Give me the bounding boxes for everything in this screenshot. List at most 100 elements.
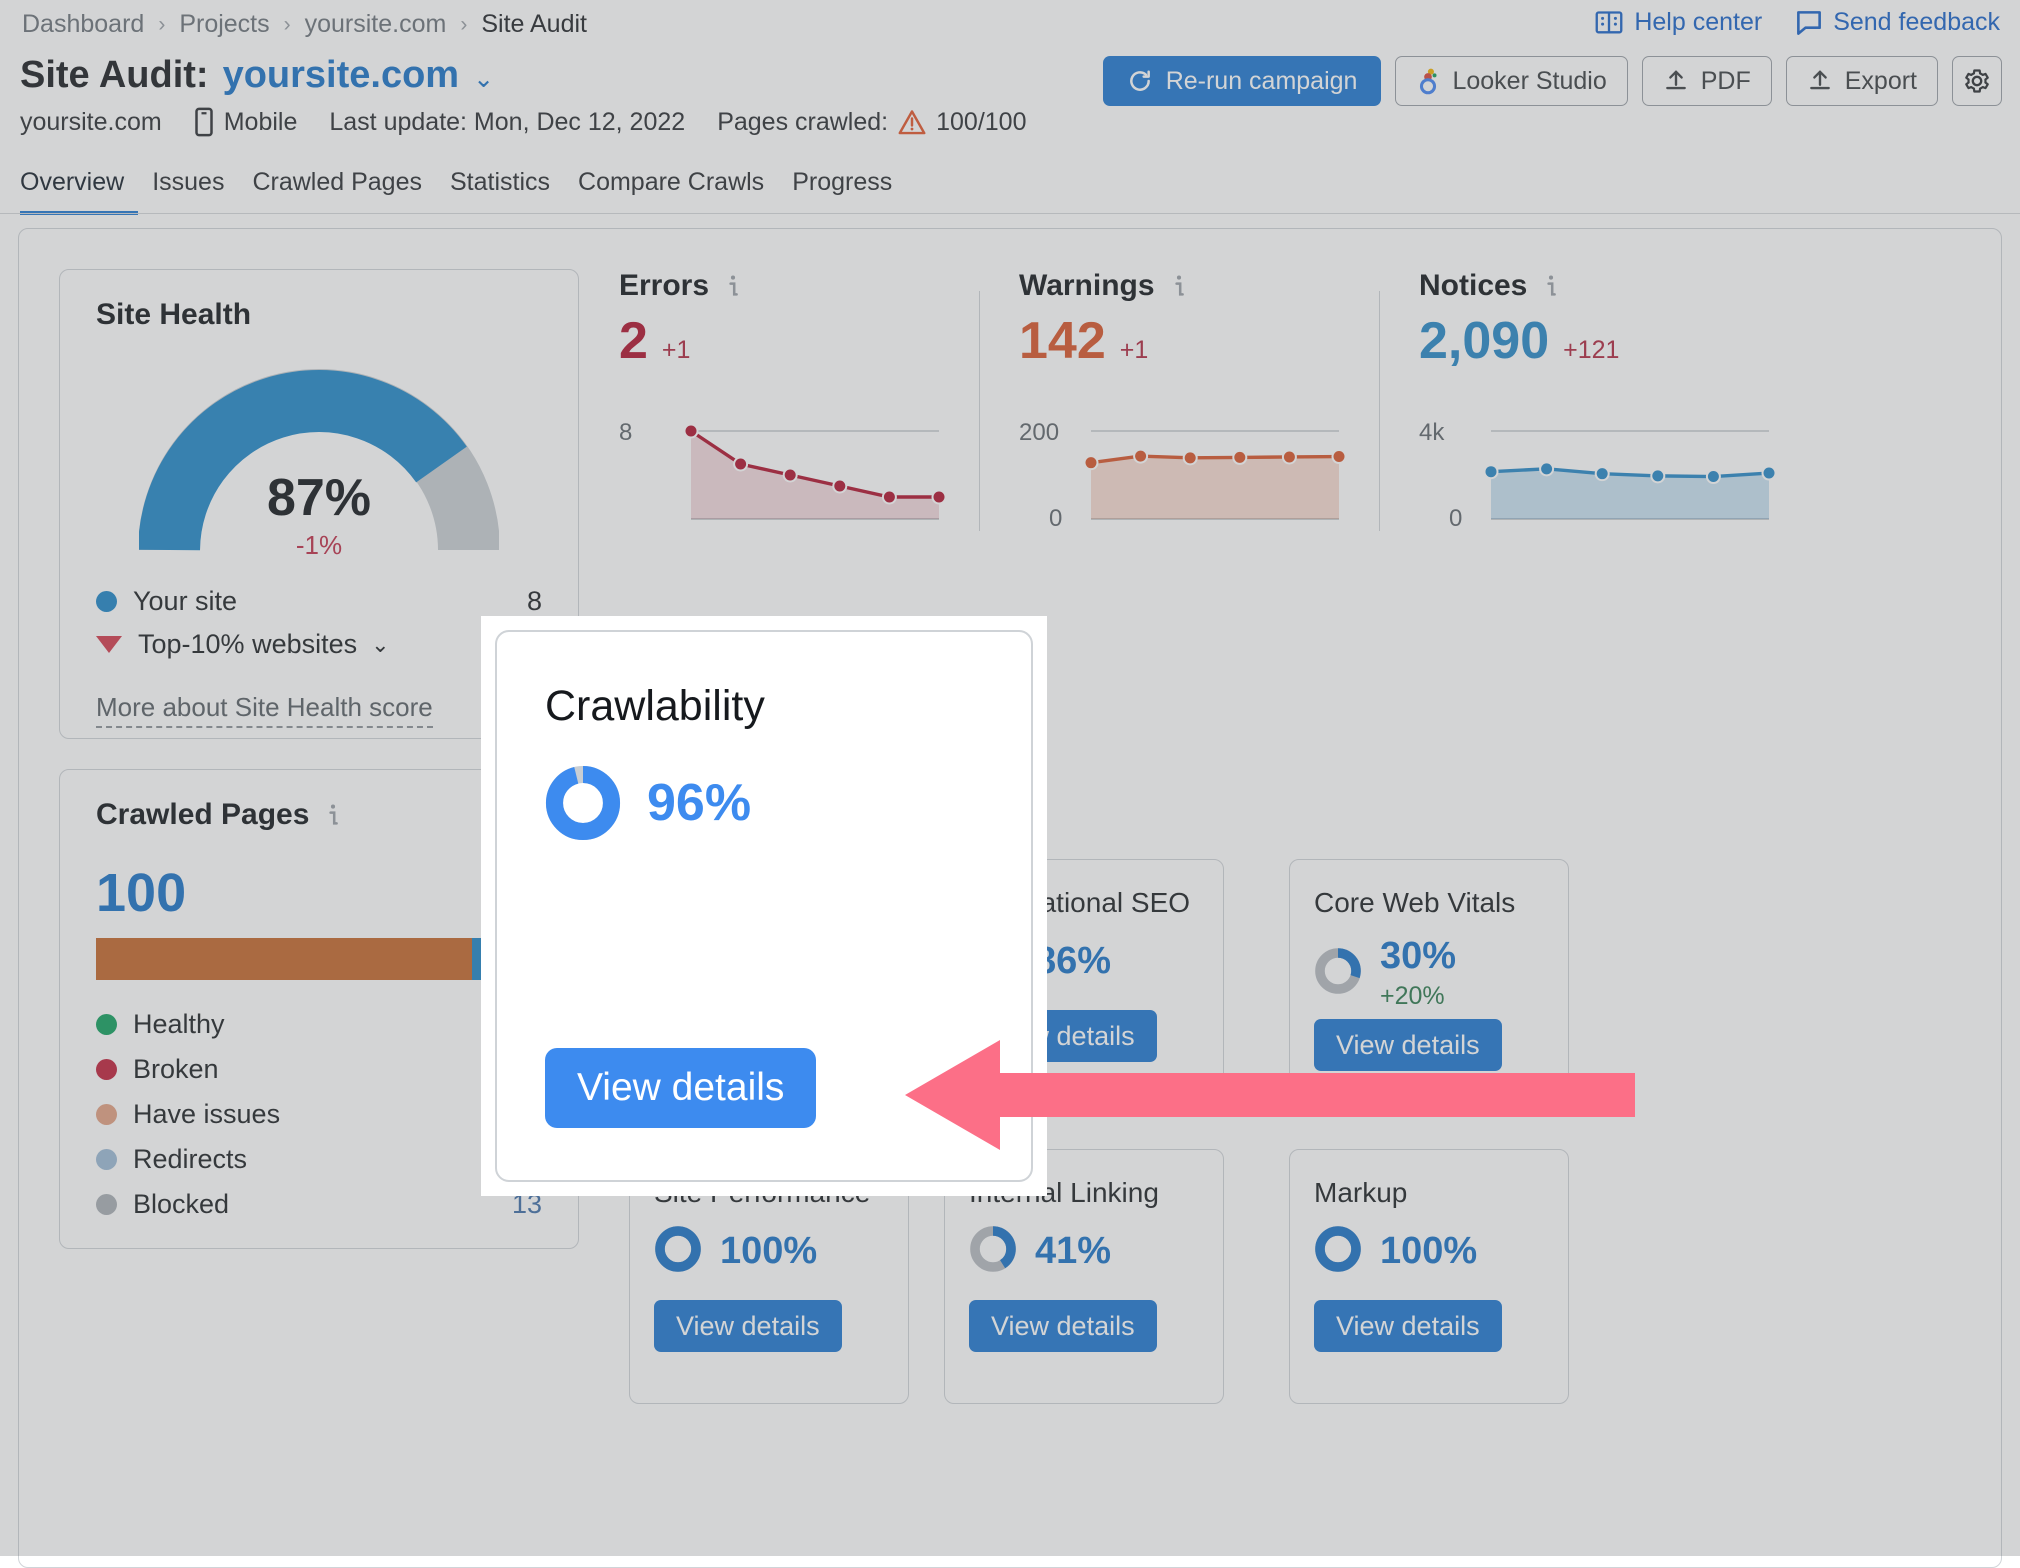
report-card-title: Core Web Vitals xyxy=(1314,886,1544,919)
breadcrumb-item-dashboard[interactable]: Dashboard xyxy=(22,10,144,39)
info-icon[interactable] xyxy=(723,274,743,298)
meta-pages-crawled: Pages crawled: 100/100 xyxy=(717,108,1026,137)
breadcrumb-separator-icon: › xyxy=(460,13,467,37)
report-card-title: Markup xyxy=(1314,1176,1544,1209)
metric-delta-errors: +1 xyxy=(662,336,691,365)
progress-ring-icon xyxy=(969,1225,1017,1278)
sparkline-chart xyxy=(1019,417,1349,527)
legend-top-10[interactable]: Top-10% websites ⌄ 9 xyxy=(96,623,542,666)
looker-studio-button[interactable]: Looker Studio xyxy=(1395,56,1627,106)
tab-compare-crawls[interactable]: Compare Crawls xyxy=(564,168,778,215)
metric-sparkline-errors: 8 xyxy=(619,417,949,527)
crawled-pages-value: 100 xyxy=(96,862,186,924)
comment-icon xyxy=(1796,10,1822,36)
list-item[interactable]: Broken0 xyxy=(96,1047,542,1092)
list-item[interactable]: Have issues84 xyxy=(96,1092,542,1137)
report-card-pct: 30% xyxy=(1380,935,1456,977)
metric-value-row: 2,090 +121 xyxy=(1419,315,1779,367)
legend-label: Redirects xyxy=(133,1144,247,1175)
breadcrumb-item-projects[interactable]: Projects xyxy=(179,10,269,39)
header-links: Help center Send feedback xyxy=(1595,8,2000,37)
rerun-campaign-button[interactable]: Re-run campaign xyxy=(1103,56,1382,106)
legend-your-site: Your site 8 xyxy=(96,580,542,623)
gear-icon xyxy=(1963,67,1991,95)
list-item[interactable]: Blocked13 xyxy=(96,1182,542,1227)
tab-statistics[interactable]: Statistics xyxy=(436,168,564,215)
looker-studio-label: Looker Studio xyxy=(1452,67,1606,96)
breadcrumb-item-yoursite[interactable]: yoursite.com xyxy=(305,10,447,39)
legend-top-10-label: Top-10% websites xyxy=(138,629,357,660)
crawlability-view-details-button[interactable]: View details xyxy=(545,1048,816,1128)
header-actions: Re-run campaign Looker Studio PDF xyxy=(1103,56,2002,106)
site-health-delta: -1% xyxy=(139,530,499,561)
tabs-divider xyxy=(0,213,2020,214)
metric-header: Warnings xyxy=(1019,269,1349,303)
legend-dot-icon xyxy=(96,591,117,612)
view-details-button[interactable]: View details xyxy=(969,1300,1157,1352)
site-health-value: 87% xyxy=(139,468,499,528)
metric-value-notices: 2,090 xyxy=(1419,315,1549,367)
upload-icon xyxy=(1663,68,1689,94)
export-button[interactable]: Export xyxy=(1786,56,1938,106)
tab-crawled-pages[interactable]: Crawled Pages xyxy=(238,168,436,215)
info-icon[interactable] xyxy=(1169,274,1189,298)
metric-title-warnings: Warnings xyxy=(1019,269,1155,303)
mobile-icon xyxy=(194,107,214,137)
upload-icon xyxy=(1807,68,1833,94)
legend-triangle-icon xyxy=(96,636,122,653)
tab-overview[interactable]: Overview xyxy=(20,168,138,215)
help-center-link[interactable]: Help center xyxy=(1595,8,1762,37)
legend-label: Healthy xyxy=(133,1009,225,1040)
breadcrumb-separator-icon: › xyxy=(284,13,291,37)
crawled-pages-title: Crawled Pages xyxy=(96,798,309,832)
metric-value-errors: 2 xyxy=(619,315,648,367)
legend-dot-icon xyxy=(96,1104,117,1125)
metric-sparkline-warnings: 2000 xyxy=(1019,417,1349,527)
send-feedback-link[interactable]: Send feedback xyxy=(1796,8,2000,37)
legend-label: Have issues xyxy=(133,1099,280,1130)
metric-value-warnings: 142 xyxy=(1019,315,1106,367)
view-details-button[interactable]: View details xyxy=(1314,1300,1502,1352)
chevron-down-icon[interactable]: ⌄ xyxy=(473,64,494,94)
info-icon[interactable] xyxy=(1541,274,1561,298)
report-card-score: 30% +20% xyxy=(1314,935,1544,1011)
metric-sparkline-notices: 4k0 xyxy=(1419,417,1779,527)
list-item[interactable]: Healthy0 xyxy=(96,1002,542,1047)
axis-tick-min: 0 xyxy=(1449,505,1462,533)
page-title-prefix: Site Audit: xyxy=(20,54,209,97)
sparkline-chart xyxy=(619,417,949,527)
list-item[interactable]: Redirects3 xyxy=(96,1137,542,1182)
meta-device: Mobile xyxy=(194,107,298,137)
progress-ring-icon xyxy=(1314,1225,1362,1278)
report-card-delta: +20% xyxy=(1380,982,1456,1011)
breadcrumb-item-site-audit[interactable]: Site Audit xyxy=(481,10,587,39)
site-health-gauge: 87% -1% xyxy=(139,360,499,560)
pdf-button[interactable]: PDF xyxy=(1642,56,1772,106)
report-card-score: 100% xyxy=(654,1225,884,1278)
nav-tabs: Overview Issues Crawled Pages Statistics… xyxy=(20,168,906,215)
metric-title-notices: Notices xyxy=(1419,269,1527,303)
progress-ring-icon xyxy=(654,1225,702,1278)
tab-progress[interactable]: Progress xyxy=(778,168,906,215)
legend-dot-icon xyxy=(96,1014,117,1035)
project-domain-selector[interactable]: yoursite.com xyxy=(223,54,460,97)
progress-ring-icon xyxy=(545,765,621,841)
page-title: Site Audit: yoursite.com ⌄ xyxy=(20,54,494,97)
rerun-campaign-label: Re-run campaign xyxy=(1166,67,1358,96)
info-icon[interactable] xyxy=(323,803,343,827)
chevron-down-icon[interactable]: ⌄ xyxy=(371,632,389,658)
report-card-pct: 100% xyxy=(720,1230,817,1273)
help-center-label: Help center xyxy=(1634,8,1762,37)
settings-button[interactable] xyxy=(1952,56,2002,106)
tab-issues[interactable]: Issues xyxy=(138,168,238,215)
metric-title-errors: Errors xyxy=(619,269,709,303)
more-about-site-health-link[interactable]: More about Site Health score xyxy=(96,692,433,728)
view-details-button[interactable]: View details xyxy=(654,1300,842,1352)
metric-delta-notices: +121 xyxy=(1563,336,1619,365)
metric-value-row: 142 +1 xyxy=(1019,315,1349,367)
site-health-value-group: 87% -1% xyxy=(139,468,499,561)
metric-card-notices: Notices 2,090 +121 4k0 xyxy=(1419,269,1779,549)
report-card-markup[interactable]: Markup 100% View details xyxy=(1289,1149,1569,1404)
report-card-score: 41% xyxy=(969,1225,1199,1278)
metric-value-row: 2 +1 xyxy=(619,315,949,367)
